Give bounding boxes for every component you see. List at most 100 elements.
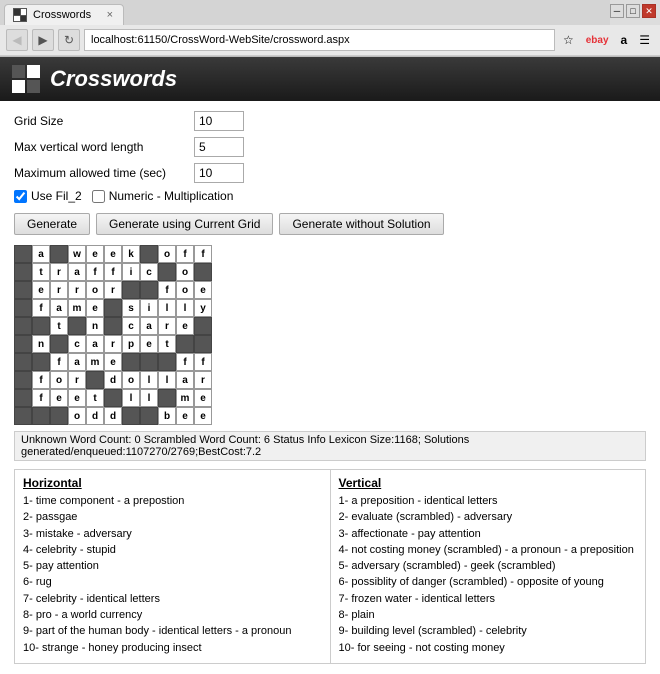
grid-cell: o — [86, 281, 104, 299]
grid-cell: e — [104, 245, 122, 263]
tab-close-button[interactable]: × — [107, 9, 113, 21]
close-button[interactable]: ✕ — [642, 4, 656, 18]
star-icon[interactable]: ☆ — [559, 31, 578, 49]
grid-cell: r — [158, 317, 176, 335]
grid-cell: f — [194, 353, 212, 371]
grid-cell: n — [86, 317, 104, 335]
grid-cell: c — [122, 317, 140, 335]
button-row: Generate Generate using Current Grid Gen… — [14, 213, 646, 235]
grid-cell: f — [32, 389, 50, 407]
back-button[interactable]: ◀ — [6, 29, 28, 51]
grid-cell — [158, 389, 176, 407]
grid-cell: t — [32, 263, 50, 281]
max-time-input[interactable] — [194, 163, 244, 183]
clue-item: 1- a preposition - identical letters — [339, 494, 638, 508]
clue-item: 5- adversary (scrambled) - geek (scrambl… — [339, 559, 638, 573]
grid-cell: o — [68, 407, 86, 425]
grid-cell — [14, 389, 32, 407]
grid-cell: o — [176, 281, 194, 299]
generate-no-solution-button[interactable]: Generate without Solution — [279, 213, 443, 235]
grid-row: tncare — [14, 317, 646, 335]
clue-item: 6- rug — [23, 575, 322, 589]
grid-cell — [122, 353, 140, 371]
grid-cell: r — [68, 281, 86, 299]
app-header: Crosswords — [0, 57, 660, 101]
maximize-button[interactable]: □ — [626, 4, 640, 18]
grid-cell: e — [194, 407, 212, 425]
grid-cell: e — [86, 299, 104, 317]
grid-cell: e — [68, 389, 86, 407]
max-vert-input[interactable] — [194, 137, 244, 157]
grid-cell: a — [32, 245, 50, 263]
use-fil2-checkbox[interactable] — [14, 190, 27, 203]
grid-cell — [14, 263, 32, 281]
grid-cell — [32, 317, 50, 335]
clue-item: 4- celebrity - stupid — [23, 543, 322, 557]
grid-cell — [140, 281, 158, 299]
clues-section: Horizontal 1- time component - a prepost… — [14, 469, 646, 664]
minimize-button[interactable]: ─ — [610, 4, 624, 18]
grid-cell — [32, 407, 50, 425]
grid-cell: l — [176, 299, 194, 317]
numeric-checkbox-label[interactable]: Numeric - Multiplication — [92, 189, 234, 203]
grid-cell: l — [158, 299, 176, 317]
grid-cell — [14, 281, 32, 299]
vertical-header: Vertical — [339, 476, 638, 490]
ebay-icon[interactable]: ebay — [582, 33, 613, 48]
generate-button[interactable]: Generate — [14, 213, 90, 235]
clue-item: 8- pro - a world currency — [23, 608, 322, 622]
horizontal-clues-column: Horizontal 1- time component - a prepost… — [15, 470, 331, 663]
crossword-grid: aweekofftrafficoerrorfoefamesillytncaren… — [14, 245, 646, 425]
browser-tab[interactable]: Crosswords × — [4, 4, 124, 25]
max-time-row: Maximum allowed time (sec) — [14, 163, 646, 183]
grid-cell: p — [122, 335, 140, 353]
grid-cell — [14, 299, 32, 317]
horizontal-clues-list: 1- time component - a prepostion2- passg… — [23, 494, 322, 655]
amazon-icon[interactable]: a — [617, 31, 632, 49]
window-controls: ─ □ ✕ — [610, 0, 660, 22]
grid-cell: r — [50, 263, 68, 281]
grid-cell: k — [122, 245, 140, 263]
clue-item: 7- frozen water - identical letters — [339, 592, 638, 606]
vertical-clues-list: 1- a preposition - identical letters2- e… — [339, 494, 638, 655]
numeric-checkbox[interactable] — [92, 190, 105, 203]
grid-cell: r — [104, 281, 122, 299]
grid-cell: i — [122, 263, 140, 281]
grid-cell — [14, 353, 32, 371]
grid-cell: t — [158, 335, 176, 353]
vertical-clues-column: Vertical 1- a preposition - identical le… — [331, 470, 646, 663]
grid-row: oddbee — [14, 407, 646, 425]
grid-cell: f — [32, 371, 50, 389]
grid-cell: f — [158, 281, 176, 299]
max-time-label: Maximum allowed time (sec) — [14, 166, 194, 180]
clue-item: 7- celebrity - identical letters — [23, 592, 322, 606]
clue-item: 10- strange - honey producing insect — [23, 641, 322, 655]
grid-cell — [50, 335, 68, 353]
grid-size-input[interactable] — [194, 111, 244, 131]
grid-cell: a — [68, 263, 86, 281]
grid-cell: f — [86, 263, 104, 281]
address-bar[interactable] — [84, 29, 555, 51]
grid-cell — [194, 263, 212, 281]
horizontal-header: Horizontal — [23, 476, 322, 490]
grid-cell: t — [86, 389, 104, 407]
generate-current-button[interactable]: Generate using Current Grid — [96, 213, 273, 235]
grid-cell — [14, 245, 32, 263]
forward-button[interactable]: ▶ — [32, 29, 54, 51]
grid-size-label: Grid Size — [14, 114, 194, 128]
grid-cell: o — [50, 371, 68, 389]
refresh-button[interactable]: ↻ — [58, 29, 80, 51]
menu-icon[interactable]: ☰ — [635, 31, 654, 49]
browser-chrome: Crosswords × ─ □ ✕ ◀ ▶ ↻ ☆ ebay a ☰ — [0, 0, 660, 57]
main-content: Grid Size Max vertical word length Maxim… — [0, 101, 660, 674]
clue-item: 4- not costing money (scrambled) - a pro… — [339, 543, 638, 557]
grid-cell: c — [68, 335, 86, 353]
use-fil2-checkbox-label[interactable]: Use Fil_2 — [14, 189, 82, 203]
grid-cell — [176, 335, 194, 353]
grid-cell: r — [50, 281, 68, 299]
grid-cell: a — [50, 299, 68, 317]
grid-cell: f — [50, 353, 68, 371]
grid-cell: b — [158, 407, 176, 425]
grid-cell — [50, 245, 68, 263]
grid-cell — [158, 263, 176, 281]
